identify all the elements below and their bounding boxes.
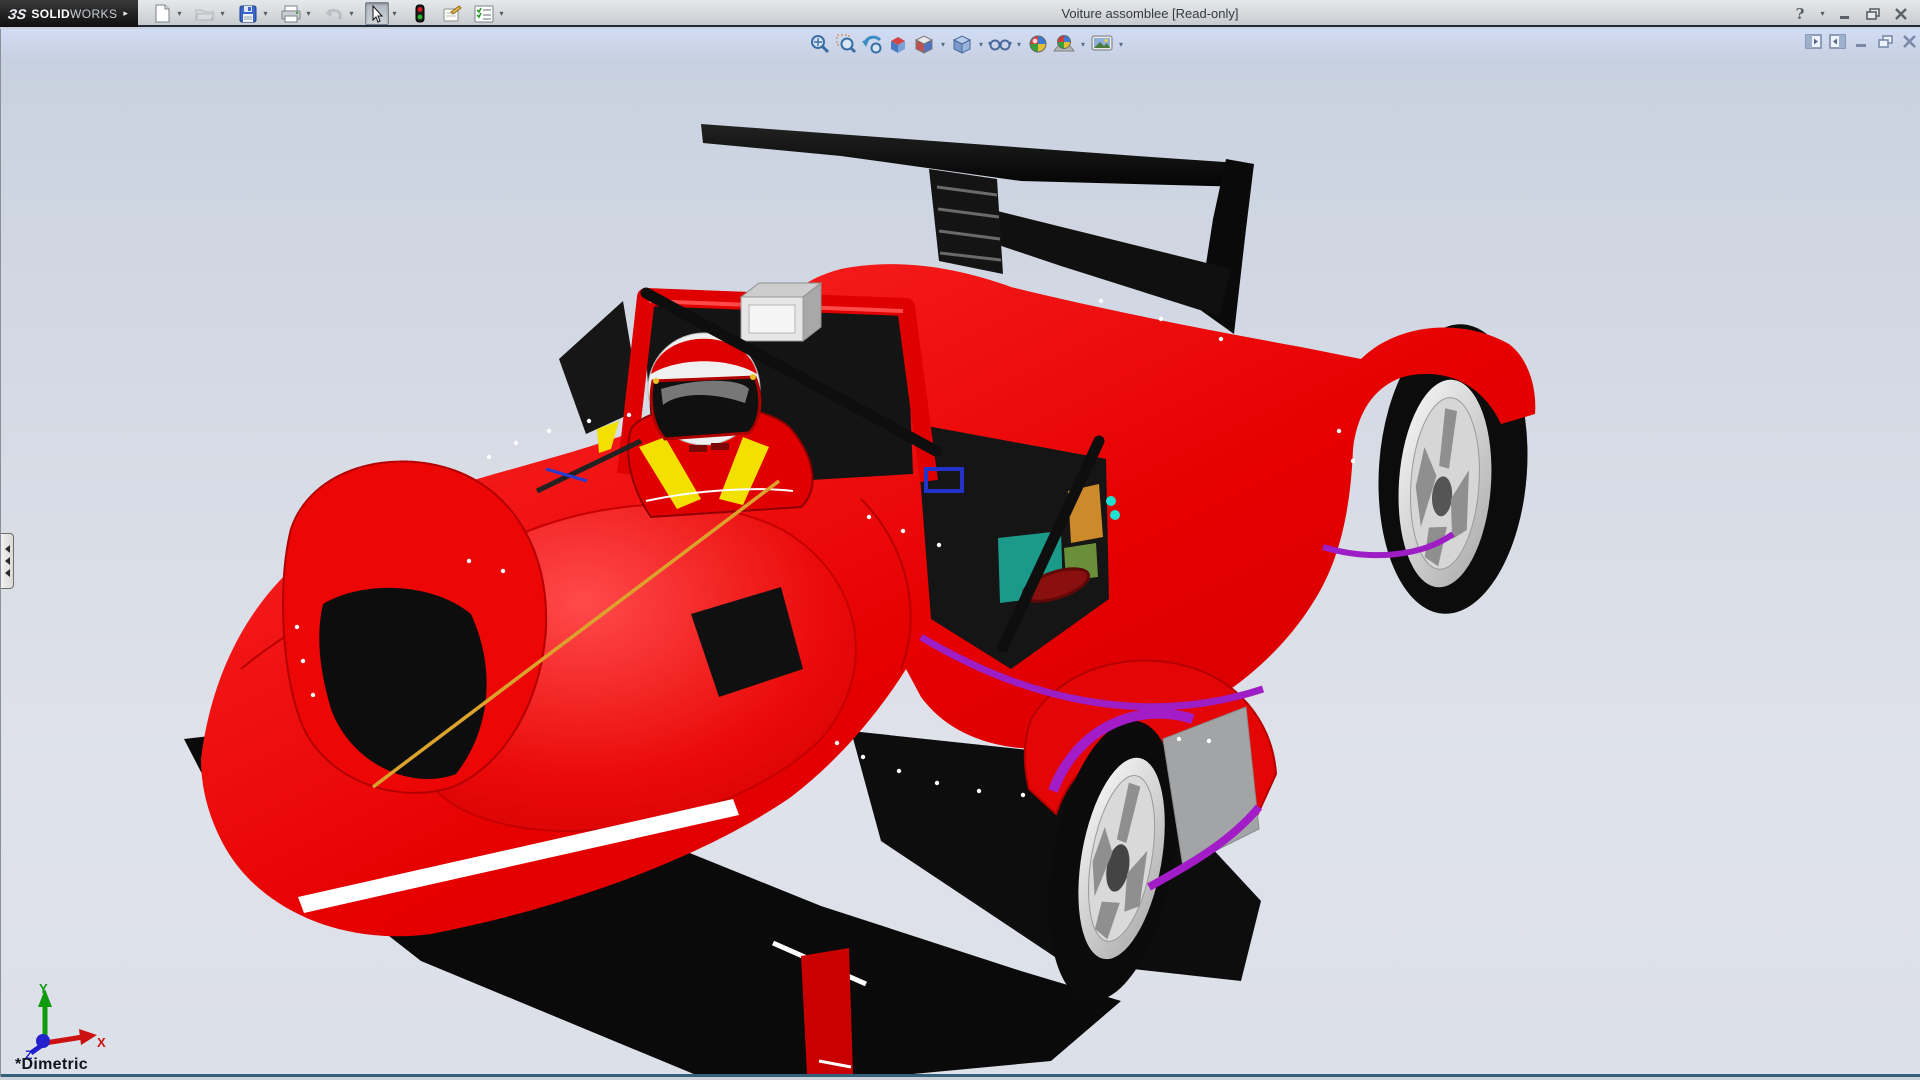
collapse-arrow-icon <box>5 557 10 565</box>
feature-tree-collapsed-tab[interactable] <box>1 533 14 589</box>
options-button[interactable] <box>472 2 496 25</box>
zoom-to-fit-button[interactable] <box>807 32 833 56</box>
view-orientation-label: *Dimetric <box>15 1056 88 1074</box>
hide-show-items-button[interactable] <box>987 32 1013 56</box>
open-document-button[interactable] <box>193 2 217 25</box>
zoom-to-area-icon <box>835 33 857 55</box>
section-view-button[interactable] <box>885 32 911 56</box>
view-settings-dropdown[interactable]: ▾ <box>1115 32 1127 56</box>
undo-dropdown[interactable]: ▾ <box>346 2 357 25</box>
help-button[interactable]: ? <box>1789 4 1811 24</box>
minimize-document-button[interactable] <box>1852 33 1871 50</box>
note-pencil-icon <box>442 5 462 23</box>
brand-expand-icon[interactable]: ▸ <box>123 8 128 19</box>
previous-view-button[interactable] <box>859 32 885 56</box>
minimize-window-button[interactable] <box>1834 4 1856 24</box>
eyeglasses-icon <box>988 33 1012 55</box>
checklist-icon <box>474 5 494 23</box>
save-document-dropdown[interactable]: ▾ <box>260 2 271 25</box>
display-style-button[interactable] <box>949 32 975 56</box>
left-pane-icon <box>1805 34 1822 49</box>
minimize-icon <box>1838 8 1852 20</box>
rebuild-button[interactable] <box>408 2 432 25</box>
window-controls: ? ▾ <box>1789 0 1912 27</box>
open-folder-icon <box>195 6 215 22</box>
zoom-to-area-button[interactable] <box>833 32 859 56</box>
brand-name-light: WORKS <box>70 7 117 21</box>
print-document-dropdown[interactable]: ▾ <box>303 2 314 25</box>
collapse-arrow-icon <box>5 545 10 553</box>
solidworks-window: ЗS SOLID WORKS ▸ ▾ ▾ <box>0 0 1920 1080</box>
close-document-button[interactable] <box>1900 33 1919 50</box>
restore-document-button[interactable] <box>1876 33 1895 50</box>
viewport-bottom-border <box>1 1074 1920 1077</box>
restore-window-button[interactable] <box>1862 4 1884 24</box>
restore-doc-icon <box>1877 34 1894 49</box>
view-settings-button[interactable] <box>1089 32 1115 56</box>
undo-button[interactable] <box>322 2 346 25</box>
select-tool-dropdown[interactable]: ▾ <box>389 2 400 25</box>
ds-logo-icon: ЗS <box>7 6 28 22</box>
new-document-icon <box>154 4 171 23</box>
edit-appearance-button[interactable] <box>1025 32 1051 56</box>
triad-y-label: Y <box>39 981 48 996</box>
race-car-model[interactable] <box>1 29 1920 1077</box>
close-doc-icon <box>1902 35 1917 48</box>
view-orientation-icon <box>913 33 935 55</box>
close-window-button[interactable] <box>1890 4 1912 24</box>
save-floppy-icon <box>239 5 257 23</box>
rear-view-mirror[interactable] <box>741 283 821 341</box>
options-dropdown[interactable]: ▾ <box>496 2 507 25</box>
titlebar: ЗS SOLID WORKS ▸ ▾ ▾ <box>0 0 1920 27</box>
reference-triad: Y X Z <box>17 981 107 1059</box>
headsup-view-toolbar: ▾ ▾ ▾ <box>807 32 1127 56</box>
undo-arrow-icon <box>324 5 344 23</box>
open-document-dropdown[interactable]: ▾ <box>217 2 228 25</box>
view-settings-icon <box>1090 33 1114 55</box>
help-dropdown[interactable]: ▾ <box>1817 2 1828 25</box>
apply-scene-dropdown[interactable]: ▾ <box>1077 32 1089 56</box>
show-left-pane-button[interactable] <box>1804 33 1823 50</box>
view-orientation-button[interactable] <box>911 32 937 56</box>
front-pillar <box>801 948 853 1075</box>
close-icon <box>1894 8 1908 20</box>
previous-view-icon <box>861 33 883 55</box>
select-cursor-icon <box>370 5 384 23</box>
brand-name-bold: SOLID <box>31 7 70 21</box>
restore-icon <box>1865 7 1881 21</box>
show-right-pane-button[interactable] <box>1828 33 1847 50</box>
new-document-dropdown[interactable]: ▾ <box>174 2 185 25</box>
zoom-to-fit-icon <box>809 33 831 55</box>
solidworks-logo: ЗS SOLID WORKS ▸ <box>0 0 138 27</box>
apply-scene-icon <box>1052 33 1076 55</box>
cyan-light <box>1106 496 1116 506</box>
view-orientation-dropdown[interactable]: ▾ <box>937 32 949 56</box>
display-style-dropdown[interactable]: ▾ <box>975 32 987 56</box>
print-document-button[interactable] <box>279 2 303 25</box>
collapse-arrow-icon <box>5 569 10 577</box>
window-title: Voiture assomblee [Read-only] <box>1061 0 1238 27</box>
right-pane-icon <box>1829 34 1846 49</box>
section-view-icon <box>887 33 909 55</box>
display-style-icon <box>951 33 973 55</box>
new-document-button[interactable] <box>150 2 174 25</box>
apply-scene-button[interactable] <box>1051 32 1077 56</box>
select-tool-button[interactable] <box>365 2 389 25</box>
cyan-light <box>1110 510 1120 520</box>
main-toolbar: ▾ ▾ ▾ <box>150 0 507 27</box>
triad-x-label: X <box>97 1035 106 1050</box>
design-binder-button[interactable] <box>440 2 464 25</box>
save-document-button[interactable] <box>236 2 260 25</box>
printer-icon <box>281 5 301 23</box>
graphics-viewport[interactable]: ▾ ▾ ▾ <box>0 29 1920 1077</box>
document-window-controls <box>1804 33 1919 50</box>
hide-show-items-dropdown[interactable]: ▾ <box>1013 32 1025 56</box>
minimize-doc-icon <box>1854 35 1869 48</box>
appearance-sphere-icon <box>1027 33 1049 55</box>
traffic-light-icon <box>414 4 426 24</box>
